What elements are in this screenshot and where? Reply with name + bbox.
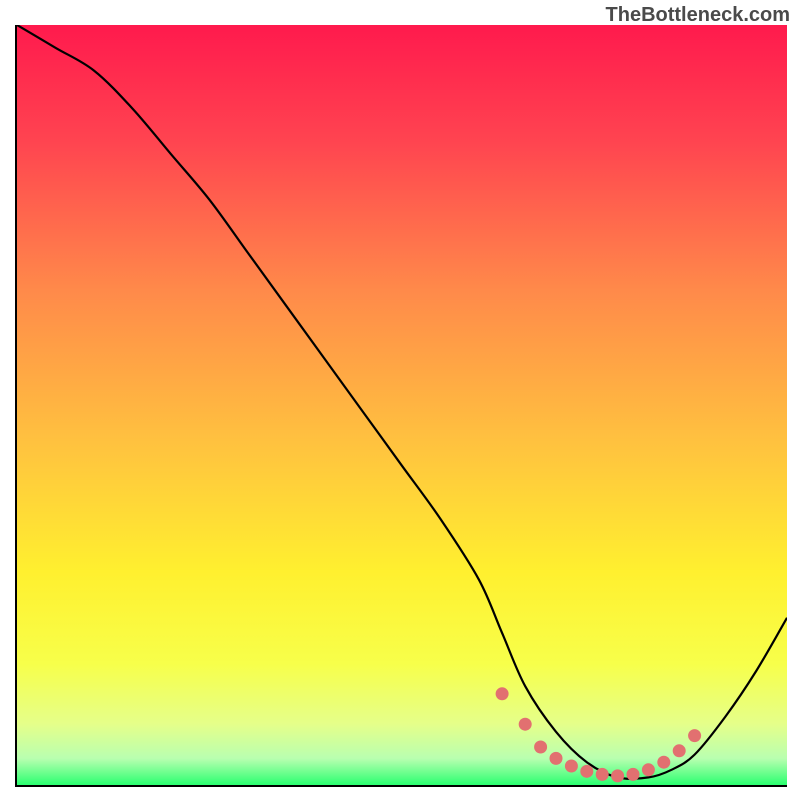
- gradient-background: [17, 25, 787, 785]
- marker-dot: [627, 768, 640, 781]
- marker-dot: [611, 769, 624, 782]
- chart-svg: [17, 25, 787, 785]
- marker-dot: [519, 718, 532, 731]
- watermark: TheBottleneck.com: [606, 4, 790, 27]
- marker-dot: [673, 744, 686, 757]
- marker-dot: [550, 752, 563, 765]
- marker-dot: [580, 765, 593, 778]
- marker-dot: [534, 741, 547, 754]
- plot-area: [15, 25, 787, 787]
- chart-container: TheBottleneck.com: [0, 0, 800, 800]
- marker-dot: [496, 687, 509, 700]
- marker-dot: [657, 756, 670, 769]
- marker-dot: [565, 760, 578, 773]
- marker-dot: [596, 768, 609, 781]
- marker-dot: [688, 729, 701, 742]
- marker-dot: [642, 763, 655, 776]
